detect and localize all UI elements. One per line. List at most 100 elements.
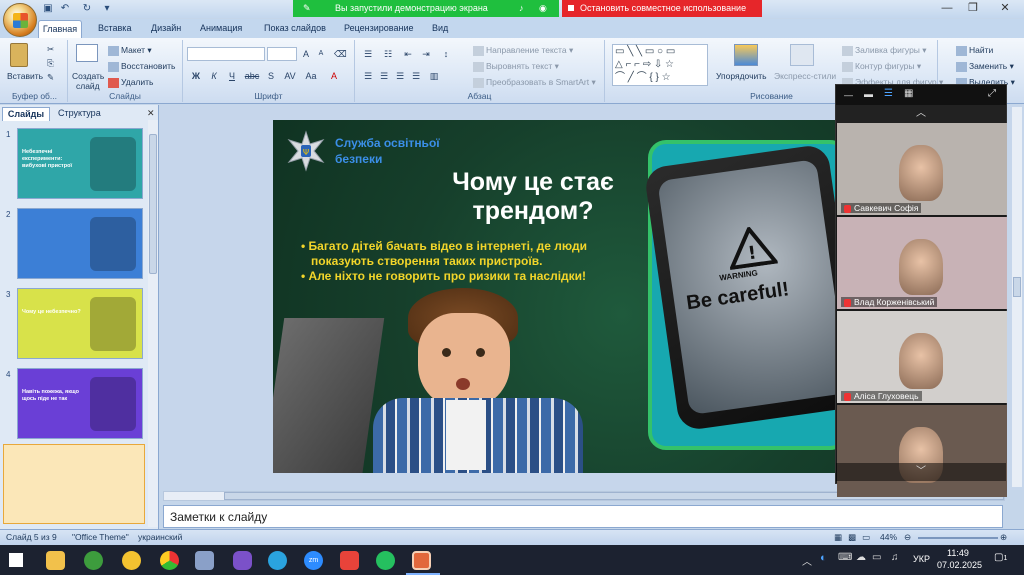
increase-indent-icon[interactable]: ⇥ xyxy=(419,47,433,60)
editor-app-icon[interactable] xyxy=(195,551,214,570)
sorter-view-icon[interactable]: ▩ xyxy=(848,532,856,543)
clear-format-icon[interactable]: ⌫ xyxy=(333,47,347,60)
shape-outline-button[interactable]: Контур фигуры ▾ xyxy=(842,61,921,72)
normal-view-icon[interactable]: ▦ xyxy=(834,532,842,543)
layout-button[interactable]: Макет ▾ xyxy=(108,45,152,56)
strip-view-icon[interactable]: ☰ xyxy=(884,88,893,99)
quick-styles-button[interactable]: Экспресс-стили xyxy=(774,71,836,81)
bullets-icon[interactable]: ☰ xyxy=(361,47,375,60)
slides-pane-scrollbar[interactable] xyxy=(148,120,158,527)
new-slide-icon[interactable] xyxy=(76,44,98,62)
expand-icon[interactable]: ⤢ xyxy=(988,88,996,99)
input-language[interactable]: УКР xyxy=(913,554,930,564)
language-indicator[interactable]: украинский xyxy=(138,532,182,542)
utorrent-icon[interactable] xyxy=(84,551,103,570)
tab-outline[interactable]: Структура xyxy=(58,107,101,121)
zoom-in-icon[interactable]: ⊕ xyxy=(1000,532,1007,543)
arrange-button[interactable]: Упорядочить xyxy=(716,71,767,81)
screen-recorder-icon[interactable] xyxy=(340,551,359,570)
replace-button[interactable]: Заменить ▾ xyxy=(956,61,1014,72)
shapes-gallery[interactable]: ▭ ╲ ╲ ▭ ○ ▭ △ ⌐ ⌐ ⇨ ⇩ ☆ ⌒ ╱ ⌒ { } ☆ xyxy=(612,44,708,86)
slideshow-view-icon[interactable]: ▭ xyxy=(862,532,870,543)
tab-animation[interactable]: Анимация xyxy=(200,20,242,38)
redo-icon[interactable]: ↻ xyxy=(80,2,94,15)
tab-insert[interactable]: Вставка xyxy=(98,20,131,38)
italic-button[interactable]: К xyxy=(207,69,221,82)
zoom-icon[interactable]: zm xyxy=(304,551,323,570)
underline-button[interactable]: Ч xyxy=(225,69,239,82)
mic-icon[interactable]: ♪ xyxy=(519,0,524,17)
arrange-icon[interactable] xyxy=(734,44,758,66)
shadow-button[interactable]: S xyxy=(264,69,278,82)
reset-button[interactable]: Восстановить xyxy=(108,61,175,72)
customize-quick-access-icon[interactable]: ▾ xyxy=(100,2,114,15)
viber-icon[interactable] xyxy=(233,551,252,570)
chrome-icon[interactable] xyxy=(160,551,179,570)
align-right-icon[interactable]: ☰ xyxy=(393,69,407,82)
delete-slide-button[interactable]: Удалить xyxy=(108,77,153,88)
change-case-button[interactable]: Aa xyxy=(302,69,320,82)
slide-thumbnail[interactable]: Небезпечні експерименти: вибухові пристр… xyxy=(17,128,143,199)
grow-font-button[interactable]: A xyxy=(299,47,313,60)
clock-time[interactable]: 11:49 xyxy=(947,548,969,558)
participant-tile[interactable]: Аліса Глуховець xyxy=(837,311,1007,403)
columns-icon[interactable]: ▥ xyxy=(427,69,441,82)
file-explorer-icon[interactable] xyxy=(46,551,65,570)
tab-home[interactable]: Главная xyxy=(38,20,82,38)
align-left-icon[interactable]: ☰ xyxy=(361,69,375,82)
powerpoint-icon[interactable] xyxy=(412,551,431,570)
tab-design[interactable]: Дизайн xyxy=(151,20,181,38)
paste-button[interactable]: Вставить xyxy=(7,71,43,81)
format-painter-icon[interactable]: ✎ xyxy=(47,72,54,83)
tray-expand-icon[interactable]: ︿ xyxy=(802,553,812,568)
strike-button[interactable]: abc xyxy=(243,69,261,82)
speaker-view-icon[interactable]: ▬ xyxy=(864,89,873,99)
archive-app-icon[interactable] xyxy=(122,551,141,570)
tab-slideshow[interactable]: Показ слайдов xyxy=(264,20,326,38)
shrink-font-button[interactable]: A xyxy=(314,47,328,60)
slide-thumbnail[interactable]: Чому це небезпечно? xyxy=(17,288,143,359)
paste-icon[interactable] xyxy=(10,43,28,67)
bold-button[interactable]: Ж xyxy=(189,69,203,82)
save-icon[interactable]: ▣ xyxy=(41,2,55,15)
shape-fill-button[interactable]: Заливка фигуры ▾ xyxy=(842,45,927,56)
slide-thumbnail[interactable] xyxy=(17,208,143,279)
tab-slides[interactable]: Слайды xyxy=(2,107,50,121)
close-pane-icon[interactable]: ✕ xyxy=(147,108,155,119)
align-text-button[interactable]: Выровнять текст ▾ xyxy=(473,61,559,72)
spacing-button[interactable]: AV xyxy=(281,69,299,82)
scroll-thumb[interactable] xyxy=(1013,277,1021,297)
quick-styles-icon[interactable] xyxy=(790,44,814,66)
current-slide[interactable]: Ψ Служба освітньої безпеки Чому це стає … xyxy=(273,120,835,473)
new-slide-button[interactable]: Создать xyxy=(72,71,104,81)
scroll-up-icon[interactable]: ︿ xyxy=(836,105,1006,123)
slide-vertical-scrollbar[interactable] xyxy=(1012,107,1022,487)
windows-start-icon[interactable] xyxy=(9,553,23,567)
participant-tile[interactable]: Савкевич Софія xyxy=(837,123,1007,215)
scroll-down-icon[interactable]: ﹀ xyxy=(836,463,1006,481)
notes-pane[interactable]: Заметки к слайду xyxy=(163,505,1003,528)
decrease-indent-icon[interactable]: ⇤ xyxy=(401,47,415,60)
font-color-icon[interactable]: A xyxy=(325,69,343,82)
scroll-thumb[interactable] xyxy=(149,134,157,274)
justify-icon[interactable]: ☰ xyxy=(409,69,423,82)
zoom-out-icon[interactable]: ⊖ xyxy=(904,532,911,543)
participant-tile[interactable] xyxy=(837,405,1007,497)
cut-icon[interactable]: ✂ xyxy=(47,44,54,55)
copy-icon[interactable]: ⎘ xyxy=(47,58,54,69)
stop-sharing-button[interactable]: Остановить совместное использование xyxy=(562,0,762,17)
align-center-icon[interactable]: ☰ xyxy=(377,69,391,82)
zoom-slider[interactable] xyxy=(918,537,998,539)
slide-thumbnail[interactable]: Навіть пожежа, якщо щось піде не так xyxy=(17,368,143,439)
tab-review[interactable]: Рецензирование xyxy=(344,20,414,38)
volume-icon[interactable]: ♫ xyxy=(891,552,899,563)
zoom-level[interactable]: 44% xyxy=(880,532,897,542)
office-button[interactable] xyxy=(3,3,37,37)
notification-icon[interactable]: ▢1 xyxy=(994,552,1007,563)
text-direction-button[interactable]: Направление текста ▾ xyxy=(473,45,573,56)
undo-icon[interactable]: ↶ xyxy=(58,2,72,15)
find-button[interactable]: Найти xyxy=(956,45,993,56)
maximize-button[interactable]: ❐ xyxy=(958,0,988,18)
participant-tile[interactable]: Влад Корженівський xyxy=(837,217,1007,309)
gallery-view-icon[interactable]: ▦ xyxy=(904,88,913,99)
